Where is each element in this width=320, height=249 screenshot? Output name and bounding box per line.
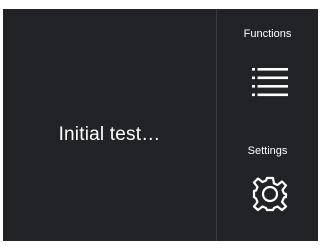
status-message: Initial test…: [58, 124, 161, 145]
functions-label: Functions: [243, 28, 292, 40]
main-content-area: Initial test…: [3, 9, 216, 241]
settings-button[interactable]: Settings: [217, 125, 318, 241]
display-screen: Initial test… Functions Settings: [3, 9, 318, 241]
gear-icon: [252, 176, 288, 212]
device-frame: Initial test… Functions Settings: [0, 0, 320, 249]
functions-button[interactable]: Functions: [217, 9, 318, 121]
list-menu-icon: [252, 68, 288, 97]
settings-label: Settings: [247, 145, 288, 157]
side-menu-panel: Functions Settings: [217, 9, 318, 241]
